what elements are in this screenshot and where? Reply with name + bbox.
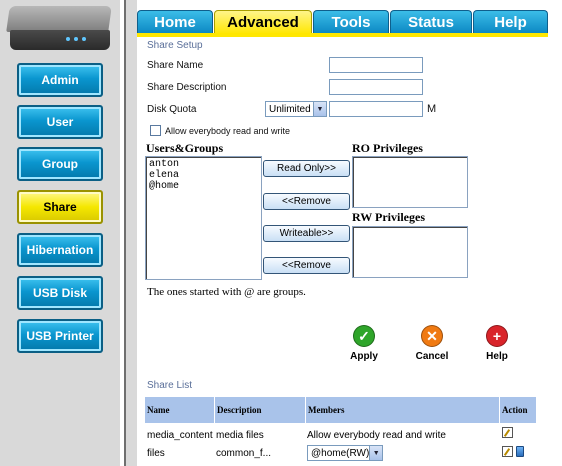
plus-icon: + xyxy=(486,325,508,347)
row-description: media files xyxy=(216,430,264,441)
tab-tools[interactable]: Tools xyxy=(313,10,389,34)
nav-group-button[interactable]: Group xyxy=(17,147,103,181)
share-name-label: Share Name xyxy=(147,60,204,71)
help-label: Help xyxy=(486,351,508,362)
header-name: Name xyxy=(147,405,170,415)
cancel-button[interactable]: ✕ Cancel xyxy=(412,325,452,362)
help-button[interactable]: + Help xyxy=(477,325,517,362)
rw-privileges-title: RW Privileges xyxy=(352,210,426,224)
row-name: files xyxy=(147,448,165,459)
disk-quota-unit: M xyxy=(427,103,437,115)
apply-button[interactable]: ✓ Apply xyxy=(344,325,384,362)
nav-usb-disk-button[interactable]: USB Disk xyxy=(17,276,103,310)
tab-underline xyxy=(137,33,548,37)
tab-help[interactable]: Help xyxy=(473,10,548,34)
users-groups-listbox[interactable]: anton elena @home xyxy=(145,156,262,280)
edit-icon[interactable] xyxy=(502,427,513,438)
tab-advanced[interactable]: Advanced xyxy=(214,10,312,34)
members-select-value: @home(RW) xyxy=(311,447,370,459)
share-description-label: Share Description xyxy=(147,82,227,93)
header-action: Action xyxy=(499,397,536,423)
nav-usb-printer-button[interactable]: USB Printer xyxy=(17,319,103,353)
chevron-down-icon: ▼ xyxy=(369,446,382,460)
disk-quota-select-value: Unlimited xyxy=(269,103,311,115)
apply-label: Apply xyxy=(350,351,378,362)
nav-hibernation-button[interactable]: Hibernation xyxy=(17,233,103,267)
allow-everybody-checkbox[interactable] xyxy=(150,125,161,136)
nav-share-button[interactable]: Share xyxy=(17,190,103,224)
row-name: media_content xyxy=(147,430,213,441)
check-icon: ✓ xyxy=(353,325,375,347)
disk-quota-label: Disk Quota xyxy=(147,104,197,115)
row-members: Allow everybody read and write xyxy=(307,430,446,441)
header-description: Description xyxy=(214,397,305,423)
groups-note: The ones started with @ are groups. xyxy=(147,286,306,298)
users-groups-title: Users&Groups xyxy=(146,141,224,155)
share-name-input[interactable] xyxy=(329,57,423,73)
list-item[interactable]: @home xyxy=(149,181,258,192)
row-description: common_f... xyxy=(216,448,272,459)
ro-privileges-listbox[interactable] xyxy=(352,156,468,208)
remove-ro-button[interactable]: <<Remove xyxy=(263,193,350,210)
header-members: Members xyxy=(305,397,499,423)
share-description-input[interactable] xyxy=(329,79,423,95)
tab-home[interactable]: Home xyxy=(137,10,213,34)
writeable-button[interactable]: Writeable>> xyxy=(263,225,350,242)
chevron-down-icon: ▼ xyxy=(313,102,326,116)
nav-user-button[interactable]: User xyxy=(17,105,103,139)
members-select[interactable]: @home(RW) ▼ xyxy=(307,445,383,461)
remove-rw-button[interactable]: <<Remove xyxy=(263,257,350,274)
disk-quota-select[interactable]: Unlimited ▼ xyxy=(265,101,327,117)
cancel-label: Cancel xyxy=(415,351,449,362)
nav-admin-button[interactable]: Admin xyxy=(17,63,103,97)
device-logo xyxy=(6,4,112,54)
trash-icon[interactable] xyxy=(516,446,524,457)
list-item[interactable]: anton xyxy=(149,159,258,170)
rw-privileges-listbox[interactable] xyxy=(352,226,468,278)
tab-status[interactable]: Status xyxy=(390,10,472,34)
edit-icon[interactable] xyxy=(502,446,513,457)
share-setup-title: Share Setup xyxy=(147,40,203,51)
list-item[interactable]: elena xyxy=(149,170,258,181)
sidebar-divider-strip xyxy=(124,0,137,466)
read-only-button[interactable]: Read Only>> xyxy=(263,160,350,177)
allow-everybody-label: Allow everybody read and write xyxy=(165,126,291,136)
share-list-title: Share List xyxy=(147,380,193,391)
ro-privileges-title: RO Privileges xyxy=(352,141,423,155)
cancel-x-icon: ✕ xyxy=(421,325,443,347)
disk-quota-input[interactable] xyxy=(329,101,423,117)
